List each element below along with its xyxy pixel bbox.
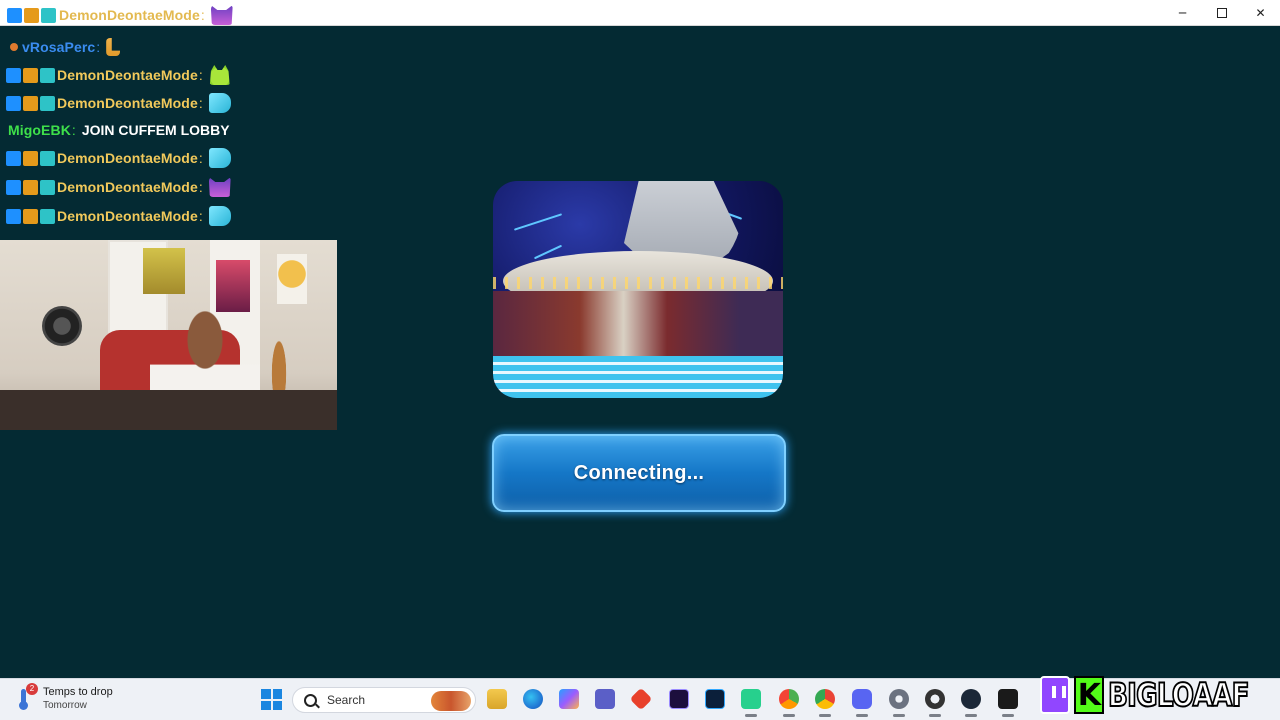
window-titlebar: DemonDeontaeMode : ─ ✕ [0, 0, 1280, 26]
devil-emote-icon [210, 5, 233, 25]
twitch-logo-icon [1040, 676, 1071, 714]
close-button[interactable]: ✕ [1241, 0, 1280, 26]
streamer-name: BIGLOAAF [1108, 675, 1251, 715]
chat-message: vRosaPerc : [6, 35, 121, 59]
chat-message: DemonDeontaeMode : [6, 63, 231, 87]
sub-badge-icon [41, 7, 56, 23]
thermometer-icon: 2 [16, 682, 38, 711]
kick-logo-icon: K [1074, 676, 1105, 714]
title-chat-row: DemonDeontaeMode : [7, 5, 233, 25]
search-box[interactable]: Search [292, 687, 476, 713]
crown-badge-icon [23, 179, 38, 195]
chat-message: DemonDeontaeMode : [6, 91, 231, 115]
chat-message: DemonDeontaeMode : [6, 175, 231, 199]
chat-colon: : [198, 67, 203, 83]
chat-colon: : [71, 122, 76, 138]
l-emote-icon [106, 38, 121, 56]
crown-badge-icon [23, 95, 38, 111]
title-username: DemonDeontaeMode [59, 7, 200, 23]
title-colon: : [200, 7, 205, 23]
crown-badge-icon [23, 150, 38, 166]
crown-badge-icon [23, 67, 38, 83]
poster-image [277, 254, 307, 304]
weather-subtitle: Tomorrow [43, 700, 87, 711]
devil-emote-icon [208, 177, 231, 197]
vip-badge-icon [6, 208, 21, 224]
world-preview-image [493, 181, 783, 398]
poster-image [143, 248, 185, 294]
sub-badge-icon [40, 179, 55, 195]
connecting-button[interactable]: Connecting... [492, 434, 786, 512]
webcam-feed [0, 240, 337, 430]
search-highlight-image [431, 691, 471, 711]
search-placeholder: Search [327, 693, 366, 707]
mask-emote-icon [208, 148, 231, 168]
vip-badge-icon [6, 179, 21, 195]
chat-username: DemonDeontaeMode [57, 208, 198, 224]
minimize-button[interactable]: ─ [1163, 0, 1202, 26]
vip-badge-icon [7, 7, 22, 23]
chat-colon: : [198, 95, 203, 111]
connecting-label: Connecting... [573, 461, 705, 484]
weather-title: Temps to drop [43, 686, 113, 698]
streamlabs-icon[interactable] [741, 689, 761, 717]
chat-colon: : [198, 150, 203, 166]
sub-badge-icon [40, 150, 55, 166]
chat-username: DemonDeontaeMode [57, 95, 198, 111]
chat-colon: : [96, 39, 101, 55]
discord-icon[interactable] [852, 689, 872, 717]
chat-username: DemonDeontaeMode [57, 150, 198, 166]
mask-emote-icon [208, 93, 231, 113]
chat-message: DemonDeontaeMode : [6, 204, 231, 228]
fan-image [42, 306, 82, 346]
mask-emote-icon [208, 206, 231, 226]
chat-username: MigoEBK [8, 122, 71, 138]
chrome-dev-icon[interactable] [779, 689, 799, 717]
chat-colon: : [198, 179, 203, 195]
vrchat-loading-screen: vRosaPerc : DemonDeontaeMode : DemonDeon… [0, 26, 1280, 678]
photoshop-icon[interactable] [705, 689, 725, 709]
sub-badge-icon [40, 95, 55, 111]
green-creature-emote-icon [209, 65, 230, 85]
start-button[interactable] [261, 689, 282, 710]
notification-badge: 2 [26, 682, 38, 695]
premiere-pro-icon[interactable] [669, 689, 689, 709]
weather-widget[interactable]: 2 Temps to drop Tomorrow [16, 682, 113, 711]
chrome-icon[interactable] [815, 689, 835, 717]
chat-username: DemonDeontaeMode [57, 179, 198, 195]
maximize-button[interactable] [1202, 0, 1241, 26]
sub-badge-icon [40, 208, 55, 224]
chat-message: MigoEBK : JOIN CUFFEM LOBBY [8, 118, 230, 142]
chat-message: DemonDeontaeMode : [6, 146, 231, 170]
copilot-icon[interactable] [559, 689, 579, 709]
crown-badge-icon [23, 208, 38, 224]
poster-image [216, 260, 250, 312]
steam-icon[interactable] [961, 689, 981, 717]
chat-colon: : [198, 208, 203, 224]
window-controls: ─ ✕ [1163, 0, 1280, 26]
vip-badge-icon [6, 150, 21, 166]
sub-badge-icon [10, 43, 18, 51]
vrchat-icon[interactable] [998, 689, 1018, 717]
streamer-brand-overlay: K BIGLOAAF [1040, 670, 1280, 720]
teams-icon[interactable] [595, 689, 615, 709]
search-icon [304, 693, 317, 707]
vip-badge-icon [6, 67, 21, 83]
file-explorer-icon[interactable] [487, 689, 507, 709]
guitar-image [268, 324, 290, 390]
maximize-icon [1216, 8, 1227, 18]
sub-badge-icon [40, 67, 55, 83]
chat-username: vRosaPerc [22, 39, 96, 55]
chat-text: JOIN CUFFEM LOBBY [81, 122, 230, 138]
chat-username: DemonDeontaeMode [57, 67, 198, 83]
obs-icon[interactable] [925, 689, 945, 717]
git-icon[interactable] [629, 687, 653, 711]
vip-badge-icon [6, 95, 21, 111]
crown-badge-icon [24, 7, 39, 23]
settings-icon[interactable] [889, 689, 909, 717]
edge-icon[interactable] [523, 689, 543, 709]
